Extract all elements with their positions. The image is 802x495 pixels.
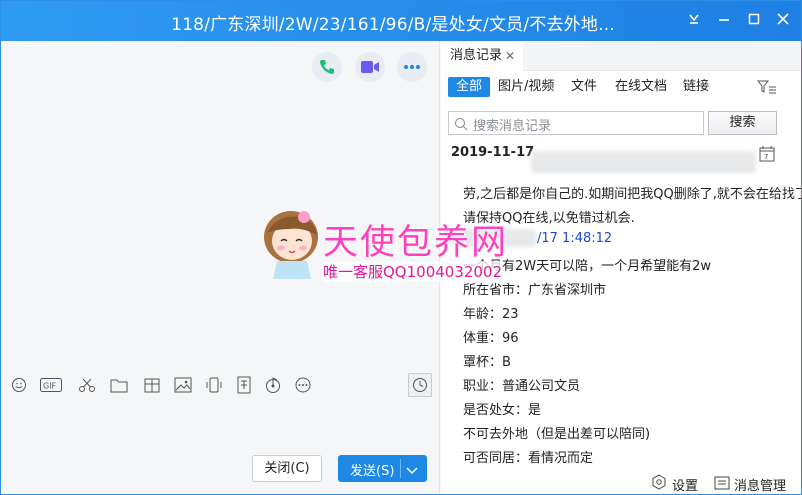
minimize-button[interactable]	[714, 11, 734, 31]
document-icon	[237, 376, 251, 394]
voice-call-button[interactable]	[312, 52, 342, 82]
emoji-icon	[12, 378, 26, 392]
redacted-sender	[531, 151, 756, 173]
chevron-down-icon	[406, 467, 418, 475]
phone-icon	[320, 60, 334, 74]
window-title: 118/广东深圳/2W/23/161/96/B/是处女/文员/不去外地...	[171, 15, 615, 35]
title-bar: 118/广东深圳/2W/23/161/96/B/是处女/文员/不去外地...	[1, 1, 801, 41]
chat-window: 118/广东深圳/2W/23/161/96/B/是处女/文员/不去外地... G…	[0, 0, 802, 495]
tab-message-history[interactable]: 消息记录 ✕	[441, 41, 523, 71]
screenshot-button[interactable]	[77, 375, 97, 395]
search-icon	[455, 118, 468, 131]
more-icon	[404, 65, 420, 69]
filter-options-button[interactable]	[756, 79, 777, 99]
red-packet-button[interactable]	[142, 375, 162, 395]
image-button[interactable]	[173, 375, 193, 395]
gif-icon: GIF	[40, 378, 62, 392]
filter-files[interactable]: 文件	[571, 77, 597, 97]
calendar-button[interactable]: 7	[759, 145, 775, 166]
history-search-field[interactable]: 搜索消息记录	[448, 111, 704, 135]
filter-all[interactable]: 全部	[448, 77, 491, 97]
remote-assist-button[interactable]	[234, 375, 254, 395]
emoji-button[interactable]	[9, 375, 29, 395]
history-filters: 全部 图片/视频 文件 在线文档 链接	[441, 71, 801, 103]
cartoon-girl-logo	[264, 211, 318, 279]
settings-button[interactable]: 设置	[672, 475, 698, 494]
send-options-button[interactable]	[406, 464, 418, 479]
input-toolbar: GIF	[1, 371, 440, 401]
video-call-button[interactable]	[355, 52, 385, 82]
history-footer: 设置 消息管理	[441, 469, 801, 494]
music-button[interactable]	[263, 375, 283, 395]
message-line: 体重：96	[463, 331, 519, 346]
message-line: 是否处女：是	[463, 403, 542, 418]
scissors-icon	[79, 378, 95, 392]
history-tab-bar: 消息记录 ✕	[441, 41, 801, 71]
filter-icon	[756, 80, 776, 94]
image-icon	[174, 377, 192, 393]
clock-icon	[413, 378, 427, 392]
history-toggle-button[interactable]	[408, 373, 432, 397]
watermark-title: 天使包养网	[323, 223, 509, 263]
video-icon	[361, 61, 379, 73]
history-date: 2019-11-17	[451, 145, 535, 160]
send-divider	[400, 459, 401, 478]
file-button[interactable]	[109, 375, 129, 395]
gift-icon	[144, 378, 160, 393]
message-timestamp: /17 1:48:12	[537, 231, 613, 246]
phone-shake-icon	[206, 377, 222, 393]
shake-button[interactable]	[204, 375, 224, 395]
message-line: 可否同居：看情况而定	[463, 451, 594, 466]
message-line: 罩杯：B	[463, 355, 511, 370]
svg-text:7: 7	[764, 153, 768, 161]
tab-label: 消息记录	[450, 48, 503, 63]
pin-button[interactable]	[684, 11, 704, 31]
music-icon	[266, 377, 280, 393]
minimize-icon	[719, 19, 729, 21]
folder-icon	[110, 379, 128, 392]
maximize-button[interactable]	[744, 11, 764, 31]
filter-online-docs[interactable]: 在线文档	[615, 77, 667, 97]
filter-media[interactable]: 图片/视频	[498, 77, 554, 97]
message-line: 职业：普通公司文员	[463, 379, 581, 394]
send-label: 发送(S)	[350, 464, 395, 479]
message-line: 劳,之后都是你自己的.如期间把我QQ删除了,就不会在给找了,	[463, 187, 802, 202]
message-manager-icon[interactable]	[714, 475, 730, 494]
history-search-button[interactable]: 搜索	[708, 111, 777, 135]
svg-text:GIF: GIF	[43, 382, 57, 391]
pin-icon	[689, 14, 699, 24]
message-manager-button[interactable]: 消息管理	[734, 475, 786, 494]
search-placeholder: 搜索消息记录	[473, 119, 552, 134]
tab-close-icon[interactable]: ✕	[505, 41, 515, 71]
close-chat-button[interactable]: 关闭(C)	[252, 455, 322, 482]
watermark-subtitle: 唯一客服QQ1004032002	[323, 261, 503, 282]
gif-button[interactable]: GIF	[40, 375, 62, 395]
calendar-icon: 7	[759, 146, 775, 162]
filter-links[interactable]: 链接	[683, 77, 709, 97]
close-icon	[777, 13, 789, 25]
settings-icon[interactable]	[651, 474, 667, 494]
message-line: 年龄：23	[463, 307, 519, 322]
more-circle-icon	[295, 377, 311, 393]
close-button[interactable]	[773, 11, 793, 31]
maximize-icon	[748, 13, 760, 25]
more-actions-button[interactable]	[397, 52, 427, 82]
send-button[interactable]: 发送(S)	[338, 455, 427, 482]
watermark: 天使包养网 唯一客服QQ1004032002	[259, 203, 544, 283]
message-line: 不可去外地（但是出差可以陪同)	[463, 427, 651, 442]
more-tools-button[interactable]	[293, 375, 313, 395]
